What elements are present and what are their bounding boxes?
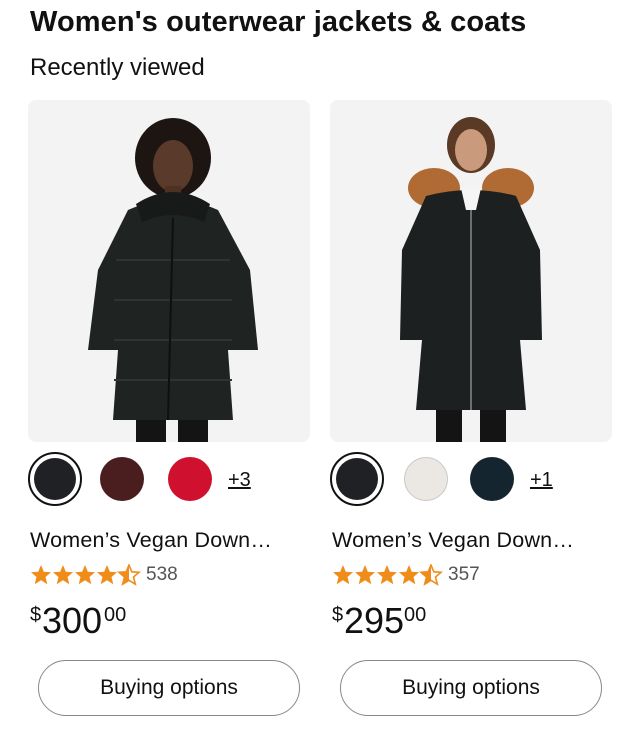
price-symbol: $ — [30, 604, 42, 626]
rating-count: 538 — [146, 564, 178, 585]
price-symbol: $ — [332, 604, 344, 626]
section-title-recently-viewed: Recently viewed — [30, 54, 205, 81]
product-card[interactable]: +3 Women’s Vegan Down… 538 $ 300 00 Buyi… — [28, 100, 310, 740]
color-swatches: +3 — [28, 452, 310, 510]
color-swatch-selected[interactable] — [330, 452, 384, 506]
swatch-fill — [34, 458, 76, 500]
color-swatch[interactable] — [470, 457, 514, 501]
page-title: Women's outerwear jackets & coats — [30, 6, 527, 38]
buying-options-button[interactable]: Buying options — [340, 660, 602, 716]
swatch-fill — [336, 458, 378, 500]
price-whole: 295 — [344, 600, 405, 641]
product-image[interactable] — [330, 100, 612, 442]
more-colors-link[interactable]: +1 — [530, 469, 553, 492]
color-swatch[interactable] — [168, 457, 212, 501]
product-card[interactable]: +1 Women’s Vegan Down… 357 $ 295 00 Buyi… — [330, 100, 612, 740]
product-title[interactable]: Women’s Vegan Down… — [30, 528, 272, 553]
price-fraction: 00 — [104, 604, 127, 626]
rating-stars-icon — [31, 564, 142, 586]
rating-stars-icon — [333, 564, 444, 586]
color-swatch[interactable] — [100, 457, 144, 501]
rating-count: 357 — [448, 564, 480, 585]
product-title[interactable]: Women’s Vegan Down… — [332, 528, 574, 553]
product-image[interactable] — [28, 100, 310, 442]
price-fraction: 00 — [404, 604, 427, 626]
color-swatches: +1 — [330, 452, 612, 510]
more-colors-link[interactable]: +3 — [228, 469, 251, 492]
buying-options-button[interactable]: Buying options — [38, 660, 300, 716]
color-swatch[interactable] — [404, 457, 448, 501]
color-swatch-selected[interactable] — [28, 452, 82, 506]
price-whole: 300 — [42, 600, 103, 641]
